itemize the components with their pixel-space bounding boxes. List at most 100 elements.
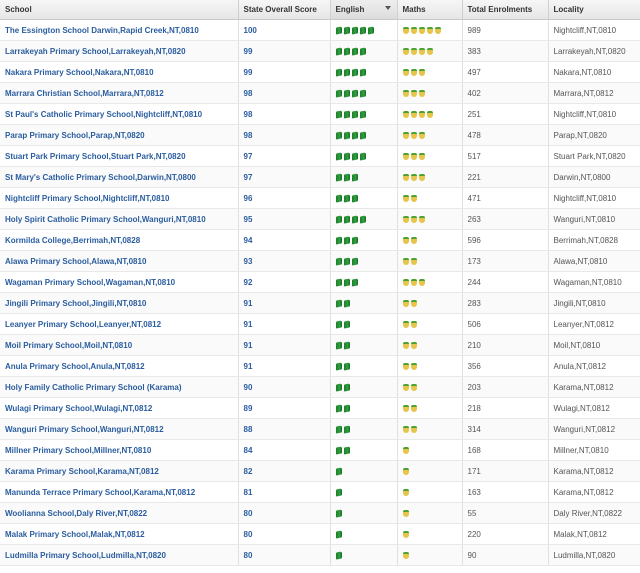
english-rating [330,523,398,545]
table-row[interactable]: Jingili Primary School,Jingili,NT,0810 91… [0,292,640,314]
school-name-link[interactable]: Leanyer Primary School,Leanyer,NT,0812 [0,313,239,335]
table-row[interactable]: Woolianna School,Daly River,NT,0822 80 55 D… [0,502,640,524]
school-name-link[interactable]: Kormilda College,Berrimah,NT,0828 [0,229,239,251]
school-name-link[interactable]: Wulagi Primary School,Wulagi,NT,0812 [0,397,239,419]
table-row[interactable]: Parap Primary School,Parap,NT,0820 98 478 P… [0,124,640,146]
school-name-link[interactable]: Larrakeyah Primary School,Larrakeyah,NT,… [0,40,239,62]
table-row[interactable]: Nakara Primary School,Nakara,NT,0810 99 49… [0,61,640,83]
table-row[interactable]: Malak Primary School,Malak,NT,0812 80 220 M… [0,523,640,545]
locality: Stuart Park,NT,0820 [548,145,640,167]
school-name-link[interactable]: Holy Spirit Catholic Primary School,Wang… [0,208,239,230]
book-icon [343,214,350,224]
school-name-link[interactable]: Stuart Park Primary School,Stuart Park,N… [0,145,239,167]
school-name-link[interactable]: St Mary's Catholic Primary School,Darwin… [0,166,239,188]
school-name-link[interactable]: Marrara Christian School,Marrara,NT,0812 [0,82,239,104]
school-name-link[interactable]: Millner Primary School,Millner,NT,0810 [0,439,239,461]
school-name-link[interactable]: The Essington School Darwin,Rapid Creek,… [0,19,239,41]
book-icon [343,172,350,182]
table-row[interactable]: Wulagi Primary School,Wulagi,NT,0812 89 21… [0,397,640,419]
table-row[interactable]: Karama Primary School,Karama,NT,0812 82 17… [0,460,640,482]
book-icon [359,151,366,161]
table-row[interactable]: Holy Spirit Catholic Primary School,Wang… [0,208,640,230]
school-name-link[interactable]: Alawa Primary School,Alawa,NT,0810 [0,250,239,272]
column-header-school[interactable]: School [0,0,239,20]
english-rating-icons [335,251,392,271]
locality: Ludmilla,NT,0820 [548,544,640,566]
apple-icon [402,236,409,244]
table-row[interactable]: Kormilda College,Berrimah,NT,0828 94 596 Be… [0,229,640,251]
school-name-link[interactable]: Holy Family Catholic Primary School (Kar… [0,376,239,398]
english-rating-icons [335,482,392,502]
table-row[interactable]: Holy Family Catholic Primary School (Kar… [0,376,640,398]
school-name-link[interactable]: Nightcliff Primary School,Nightcliff,NT,… [0,187,239,209]
english-rating [330,187,398,209]
maths-rating-icons [402,209,457,229]
school-name-link[interactable]: Wanguri Primary School,Wanguri,NT,0812 [0,418,239,440]
maths-rating-icons [402,251,457,271]
school-name-link[interactable]: Anula Primary School,Anula,NT,0812 [0,355,239,377]
school-name-link[interactable]: St Paul's Catholic Primary School,Nightc… [0,103,239,125]
book-icon [343,361,350,371]
book-icon [343,25,350,35]
school-name-link[interactable]: Moil Primary School,Moil,NT,0810 [0,334,239,356]
table-row[interactable]: Wanguri Primary School,Wanguri,NT,0812 88… [0,418,640,440]
maths-rating-icons [402,104,457,124]
table-row[interactable]: Anula Primary School,Anula,NT,0812 91 356 A… [0,355,640,377]
apple-icon [402,341,409,349]
school-name-link[interactable]: Jingili Primary School,Jingili,NT,0810 [0,292,239,314]
english-rating-icons [335,83,392,103]
table-row[interactable]: Manunda Terrace Primary School,Karama,NT… [0,481,640,503]
table-row[interactable]: Nightcliff Primary School,Nightcliff,NT,… [0,187,640,209]
school-name-link[interactable]: Parap Primary School,Parap,NT,0820 [0,124,239,146]
table-row[interactable]: Millner Primary School,Millner,NT,0810 84… [0,439,640,461]
table-row[interactable]: Ludmilla Primary School,Ludmilla,NT,0820… [0,544,640,566]
table-row[interactable]: Moil Primary School,Moil,NT,0810 91 210 Moi… [0,334,640,356]
apple-icon [418,26,425,34]
english-rating-icons [335,125,392,145]
maths-rating [397,250,463,272]
school-name-link[interactable]: Malak Primary School,Malak,NT,0812 [0,523,239,545]
maths-rating [397,229,463,251]
overall-score: 98 [238,103,331,125]
maths-rating-icons [402,20,457,40]
table-row[interactable]: Wagaman Primary School,Wagaman,NT,0810 92… [0,271,640,293]
school-name-link[interactable]: Woolianna School,Daly River,NT,0822 [0,502,239,524]
table-row[interactable]: St Mary's Catholic Primary School,Darwin… [0,166,640,188]
maths-rating-icons [402,335,457,355]
table-row[interactable]: Stuart Park Primary School,Stuart Park,N… [0,145,640,167]
school-name-link[interactable]: Wagaman Primary School,Wagaman,NT,0810 [0,271,239,293]
table-row[interactable]: Leanyer Primary School,Leanyer,NT,0812 91… [0,313,640,335]
column-header-maths[interactable]: Maths [397,0,463,20]
maths-rating [397,355,463,377]
book-icon [335,256,342,266]
book-icon [351,235,358,245]
school-name-link[interactable]: Manunda Terrace Primary School,Karama,NT… [0,481,239,503]
book-icon [343,340,350,350]
table-row[interactable]: Larrakeyah Primary School,Larrakeyah,NT,… [0,40,640,62]
maths-rating [397,187,463,209]
total-enrolments: 989 [462,19,549,41]
column-header-locality[interactable]: Locality [548,0,640,20]
overall-score: 93 [238,250,331,272]
column-header-english[interactable]: English [330,0,398,20]
overall-score: 81 [238,481,331,503]
column-header-score[interactable]: State Overall Score [238,0,331,20]
school-name-link[interactable]: Ludmilla Primary School,Ludmilla,NT,0820 [0,544,239,566]
overall-score: 99 [238,40,331,62]
table-row[interactable]: St Paul's Catholic Primary School,Nightc… [0,103,640,125]
school-name-link[interactable]: Karama Primary School,Karama,NT,0812 [0,460,239,482]
table-row[interactable]: Alawa Primary School,Alawa,NT,0810 93 173 A… [0,250,640,272]
table-row[interactable]: Marrara Christian School,Marrara,NT,0812… [0,82,640,104]
locality: Karama,NT,0812 [548,460,640,482]
table-row[interactable]: The Essington School Darwin,Rapid Creek,… [0,19,640,41]
book-icon [335,214,342,224]
book-icon [335,550,342,560]
apple-icon [402,278,409,286]
english-rating [330,124,398,146]
column-header-enrolments[interactable]: Total Enrolments [462,0,549,20]
school-name-link[interactable]: Nakara Primary School,Nakara,NT,0810 [0,61,239,83]
maths-rating-icons [402,314,457,334]
locality: Nightcliff,NT,0810 [548,19,640,41]
maths-rating-icons [402,146,457,166]
apple-icon [418,215,425,223]
